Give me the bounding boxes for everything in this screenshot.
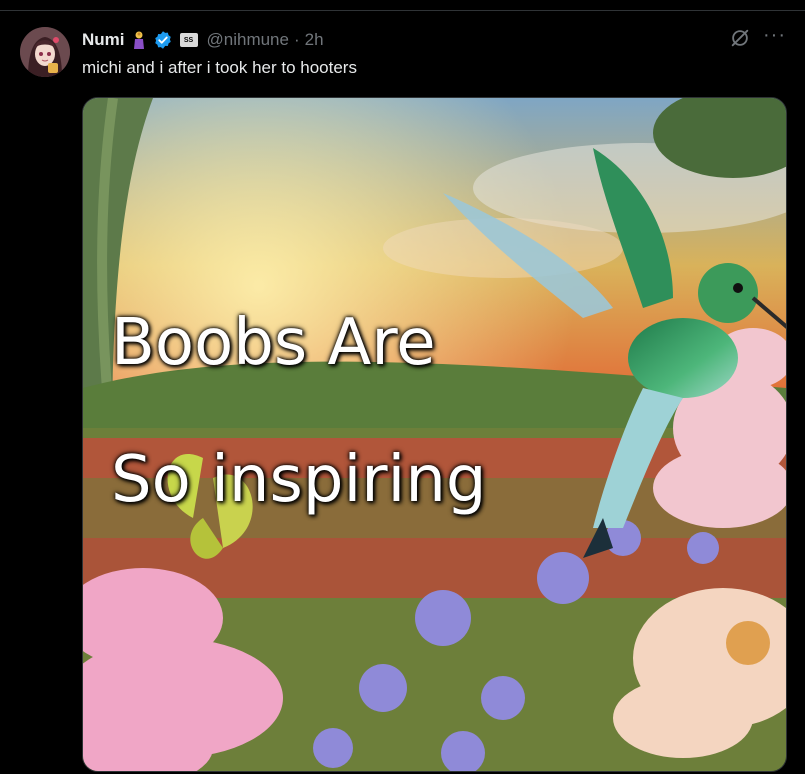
meme-caption-line1: Boobs Are (111, 306, 436, 380)
avatar[interactable] (20, 27, 70, 77)
meme-image-art (83, 98, 786, 771)
verified-badge-icon[interactable] (153, 30, 173, 50)
tweet-image[interactable]: Boobs Are So inspiring (82, 97, 787, 772)
author-handle[interactable]: @nihmune (207, 30, 289, 50)
affiliation-badge[interactable]: SS (179, 33, 198, 47)
meme-caption-line2: So inspiring (111, 443, 487, 517)
tweet-text: michi and i after i took her to hooters (82, 58, 357, 77)
tweet[interactable]: Numi SS @nihmune · 2h ··· michi and i af… (0, 11, 805, 774)
tweet-header: Numi SS @nihmune · 2h (82, 28, 324, 52)
separator-dot: · (293, 30, 300, 49)
more-icon[interactable]: ··· (763, 25, 785, 49)
post-time[interactable]: 2h (305, 30, 324, 50)
grok-icon[interactable] (729, 27, 751, 49)
woman-emoji-icon (130, 30, 148, 50)
author-name[interactable]: Numi (82, 30, 125, 50)
